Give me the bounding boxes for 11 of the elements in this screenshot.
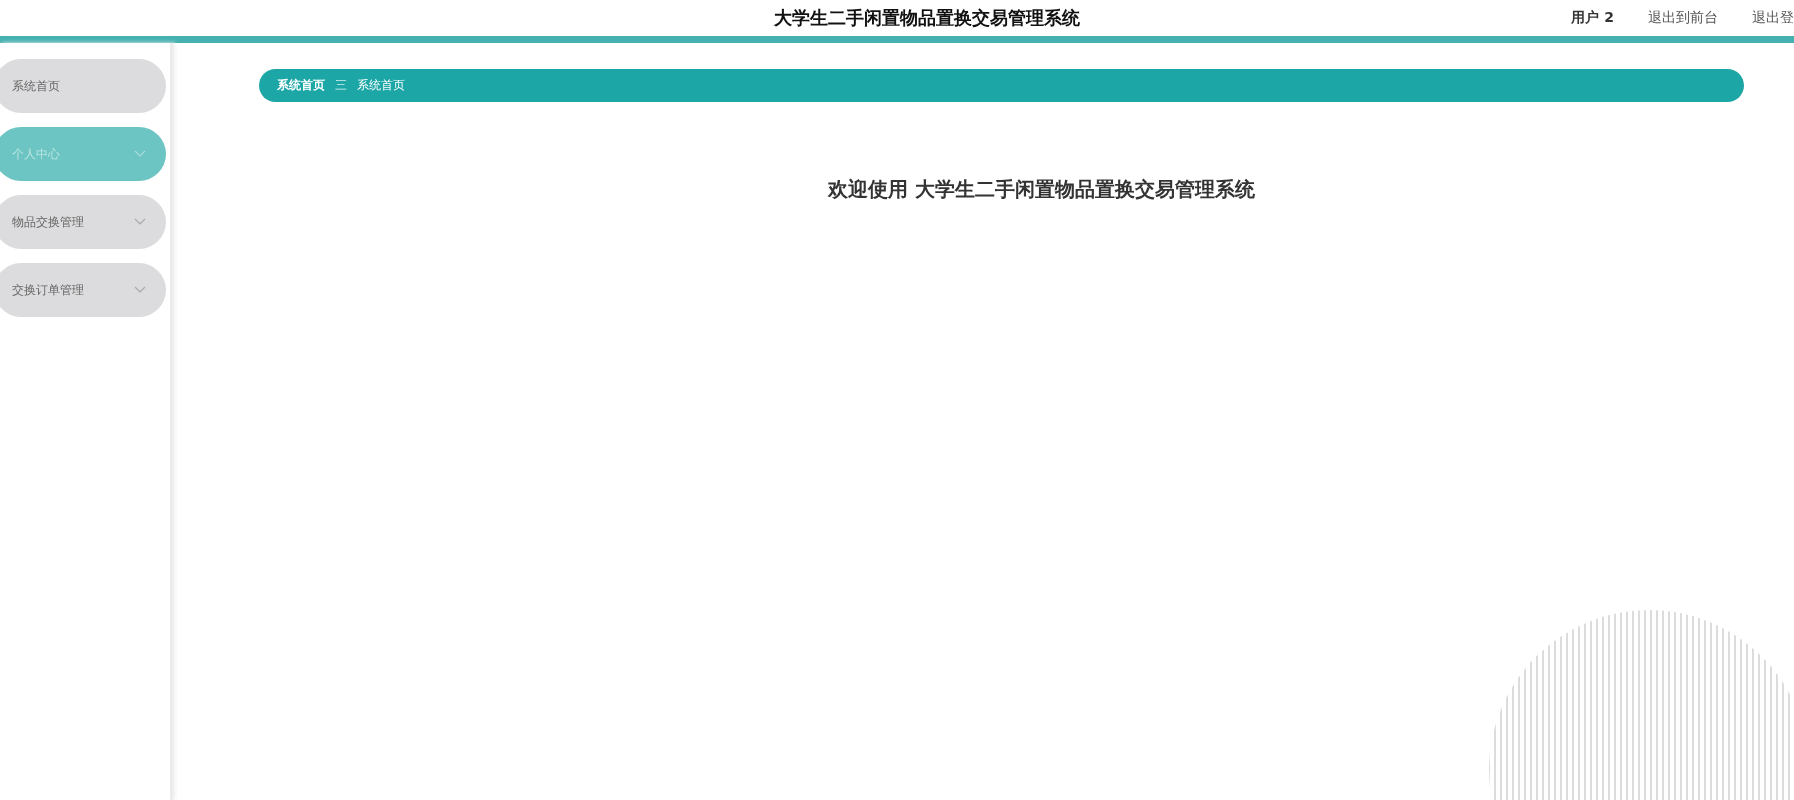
header-link[interactable]: 退出登	[1752, 9, 1794, 27]
header-link[interactable]: 用户 2	[1571, 9, 1614, 27]
menu-item[interactable]: 系统首页	[0, 59, 166, 113]
menu-item[interactable]: 物品交换管理	[0, 195, 166, 249]
breadcrumb-separator: 三	[335, 77, 347, 94]
breadcrumb-item[interactable]: 系统首页	[357, 77, 405, 94]
system-title: 大学生二手闲置物品置换交易管理系统	[774, 6, 1080, 30]
header-link[interactable]: 退出到前台	[1648, 9, 1718, 27]
breadcrumb-item[interactable]: 系统首页	[277, 77, 325, 94]
menu-item[interactable]: 交换订单管理	[0, 263, 166, 317]
welcome-heading: 欢迎使用 大学生二手闲置物品置换交易管理系统	[826, 176, 1256, 203]
